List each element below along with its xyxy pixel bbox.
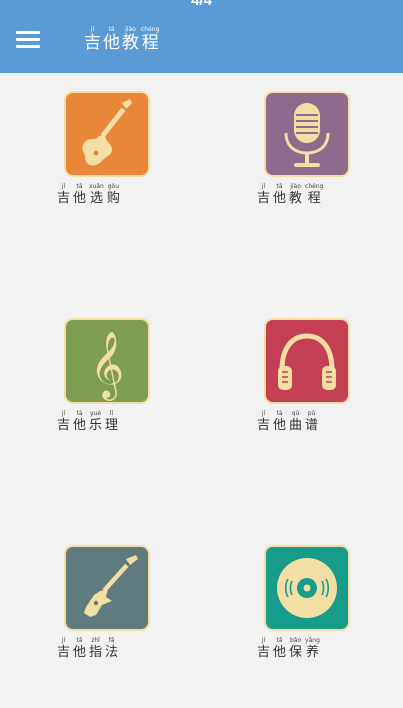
tile-icon-box[interactable]: [264, 318, 350, 404]
app-header: 4/4 jí 吉 tā 他 jiào 教 chéng 程: [0, 0, 403, 73]
treble-clef-icon: 𝄞: [90, 330, 124, 401]
headphones-icon: [278, 333, 336, 390]
electric-guitar-icon: [82, 99, 132, 166]
microphone-icon: [284, 103, 330, 167]
tile-icon-box[interactable]: 𝄞: [64, 318, 150, 404]
tile-label: jí 吉 tā 他 bǎo 保 yǎng 养: [257, 637, 320, 660]
tile-icon-box[interactable]: [64, 91, 150, 177]
svg-text:𝄞: 𝄞: [90, 330, 124, 401]
page-indicator: 4/4: [191, 0, 212, 9]
title-char: chéng 程: [141, 26, 160, 53]
menu-button[interactable]: [14, 28, 42, 50]
tile-label: jí 吉 tā 他 xuǎn 选 gòu 购: [57, 183, 120, 206]
title-char: jiào 教: [122, 26, 139, 53]
tile-icon-box[interactable]: [264, 91, 350, 177]
tile-icon-box[interactable]: [64, 545, 150, 631]
tile-label: jí 吉 tā 他 qū 曲 pǔ 谱: [257, 410, 319, 433]
tile-icon-box[interactable]: [264, 545, 350, 631]
title-char: jí 吉: [84, 26, 101, 53]
hamburger-icon-bar: [16, 38, 40, 41]
vinyl-disc-icon: [277, 558, 337, 618]
tile-label: jí 吉 tā 他 zhǐ 指 fǎ 法: [57, 637, 119, 660]
tile-label: jí 吉 tā 他 yuè 乐 lǐ 理: [57, 410, 119, 433]
bass-guitar-icon: [84, 555, 138, 617]
tile-label: jí 吉 tā 他 jiào 教 chéng 程: [257, 183, 324, 206]
hamburger-icon-bar: [16, 31, 40, 34]
page-title: jí 吉 tā 他 jiào 教 chéng 程: [84, 26, 161, 53]
hamburger-icon-bar: [16, 45, 40, 48]
title-char: tā 他: [103, 26, 120, 53]
